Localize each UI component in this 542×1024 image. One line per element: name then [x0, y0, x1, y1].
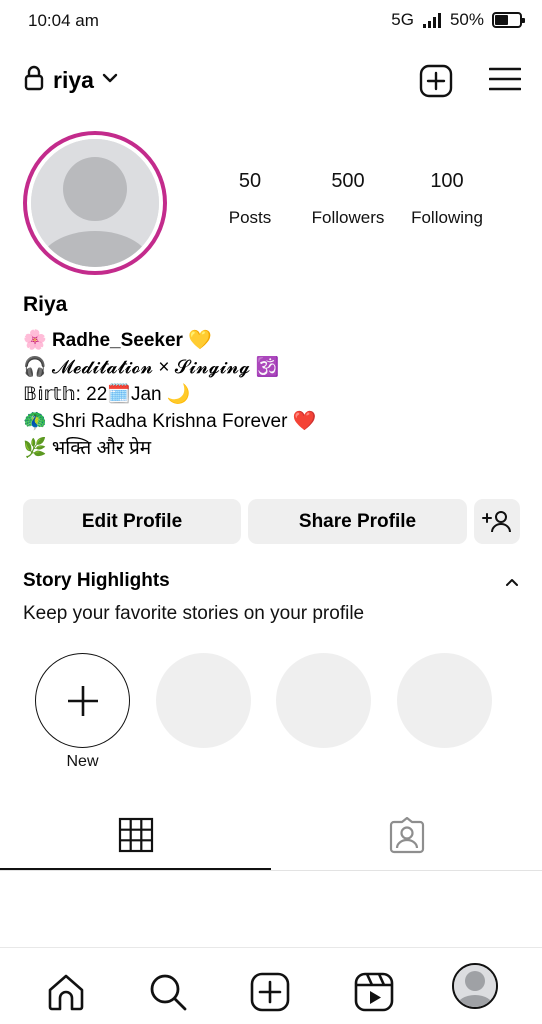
- lock-icon: [24, 65, 44, 91]
- share-profile-button[interactable]: Share Profile: [248, 499, 467, 544]
- profile-name: Riya: [23, 293, 68, 316]
- create-post-icon[interactable]: [419, 64, 453, 98]
- edit-profile-button[interactable]: Edit Profile: [23, 499, 241, 544]
- tagged-icon: [389, 817, 424, 854]
- new-highlight-button[interactable]: [35, 653, 130, 748]
- bio-line-5: 🌿 भक्ति और प्रेम: [23, 438, 152, 459]
- bio-emoji: 🌸: [23, 330, 47, 351]
- content-tabs: [0, 805, 542, 871]
- following-count: 100: [430, 170, 464, 192]
- profile-header: riya: [0, 56, 542, 104]
- default-avatar-icon: [31, 139, 159, 267]
- reels-icon[interactable]: [354, 972, 394, 1012]
- bio-emoji-tail: 💛: [188, 330, 212, 351]
- profile-avatar: [31, 139, 159, 267]
- bio-line-2: 🎧 𝓜𝓮𝓭𝓲𝓽𝓪𝓽𝓲𝓸𝓷 × 𝓢𝓲𝓷𝓰𝓲𝓷𝓰 🕉️: [23, 357, 280, 378]
- status-indicators: 5G 50%: [391, 10, 525, 30]
- profile-nav-avatar[interactable]: [452, 963, 498, 1009]
- discover-people-button[interactable]: [474, 499, 520, 544]
- bio-handle: Radhe_Seeker: [51, 330, 183, 351]
- default-avatar-icon: [454, 965, 496, 1007]
- highlights-title: Story Highlights: [23, 570, 170, 591]
- add-user-icon: [482, 510, 511, 532]
- bio-line-1: 🌸 Radhe_Seeker 💛: [23, 327, 523, 354]
- posts-count: 50: [238, 170, 262, 192]
- chevron-down-icon[interactable]: [102, 71, 118, 85]
- tab-posts-grid[interactable]: [0, 805, 271, 870]
- bio-line-3: 𝔹𝕚𝕣𝕥𝕙: 22🗓️Jan 🌙: [23, 384, 191, 405]
- bottom-navigation: [0, 947, 542, 1024]
- search-icon[interactable]: [148, 972, 188, 1012]
- home-icon[interactable]: [46, 972, 86, 1012]
- profile-avatar-ring[interactable]: [23, 131, 167, 275]
- network-type: 5G: [391, 10, 414, 29]
- profile-stats: 50 Posts 500 Followers 100 Following: [200, 170, 520, 240]
- tab-tagged[interactable]: [271, 805, 542, 870]
- account-username[interactable]: riya: [53, 67, 94, 94]
- battery-percent: 50%: [449, 10, 484, 29]
- profile-bio: 🌸 Radhe_Seeker 💛 🎧 𝓜𝓮𝓭𝓲𝓽𝓪𝓽𝓲𝓸𝓷 × 𝓢𝓲𝓷𝓰𝓲𝓷𝓰 …: [23, 327, 523, 462]
- new-highlight-label: New: [66, 753, 99, 770]
- grid-icon: [118, 817, 153, 853]
- followers-count: 500: [331, 170, 365, 192]
- followers-label: Followers: [311, 208, 385, 227]
- menu-icon[interactable]: [489, 66, 521, 94]
- plus-icon: [67, 685, 98, 716]
- bio-line-4: 🦚 Shri Radha Krishna Forever ❤️: [23, 411, 317, 432]
- following-label: Following: [411, 208, 483, 227]
- signal-icon: [422, 13, 441, 28]
- stat-followers[interactable]: 500 Followers: [298, 170, 398, 228]
- create-icon[interactable]: [250, 972, 290, 1012]
- highlight-placeholder: [276, 653, 371, 748]
- stat-following[interactable]: 100 Following: [397, 170, 497, 228]
- chevron-up-icon[interactable]: [505, 577, 519, 587]
- status-bar: 10:04 am 5G 50%: [0, 0, 542, 42]
- posts-label: Posts: [228, 208, 272, 227]
- battery-icon: [492, 12, 525, 28]
- highlight-placeholder: [156, 653, 251, 748]
- stat-posts[interactable]: 50 Posts: [200, 170, 300, 228]
- highlight-placeholder: [397, 653, 492, 748]
- status-time: 10:04 am: [28, 11, 99, 30]
- highlights-subtitle: Keep your favorite stories on your profi…: [23, 603, 365, 624]
